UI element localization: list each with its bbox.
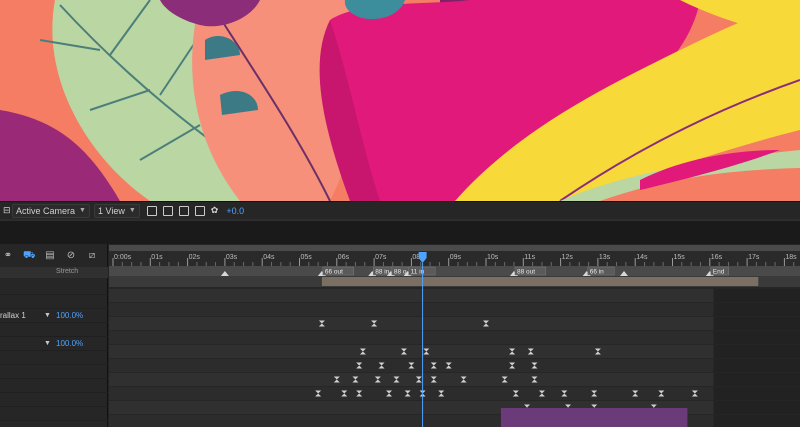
camera-dropdown[interactable]: Active Camera ▼ xyxy=(12,203,90,218)
frame-blending-icon[interactable]: ▤ xyxy=(44,250,56,261)
ruler-label: 10s xyxy=(487,254,499,261)
marker-label: 66 out xyxy=(325,269,343,276)
timeline-tracks[interactable]: 0:00s 01s 02s 03s 04s 05s 06s 07s 08s 09s 10s 11s 12… xyxy=(109,244,800,427)
track-row-outside xyxy=(713,359,800,372)
motion-blur-icon[interactable]: ⊘ xyxy=(65,250,77,261)
track-row[interactable] xyxy=(109,289,800,302)
layer-columns-header: Stretch xyxy=(0,267,108,278)
ruler-label: 18s xyxy=(785,254,797,261)
track-row[interactable] xyxy=(109,373,800,386)
ruler-label: 16s xyxy=(711,254,723,261)
track-row-outside xyxy=(713,289,800,302)
snapshot-icon[interactable] xyxy=(178,205,189,216)
timeline-switches: ⚭ ⛟ ▤ ⊘ ⧄ xyxy=(0,246,108,264)
ruler-label: 01s xyxy=(151,254,163,261)
track-row-outside xyxy=(713,317,800,330)
views-dropdown[interactable]: 1 View ▼ xyxy=(93,203,140,218)
ruler-label: 06s xyxy=(338,254,350,261)
track-row-outside xyxy=(713,387,800,400)
panel-separator xyxy=(0,219,800,244)
marker-label: 88 out xyxy=(517,269,535,276)
ruler-label: 14s xyxy=(636,254,648,261)
layer-row[interactable] xyxy=(0,379,108,393)
color-settings-icon[interactable]: ✿ xyxy=(208,204,222,218)
views-label: 1 View xyxy=(97,205,125,216)
marker-label: 66 in xyxy=(590,269,604,276)
viewer-toolbar: ⊟ Active Camera ▼ 1 View ▼ ✿ +0.0 xyxy=(0,201,800,219)
track-row[interactable] xyxy=(109,415,800,427)
track-row-outside xyxy=(713,331,800,344)
ruler-label: 13s xyxy=(599,254,611,261)
chevron-down-icon[interactable]: ▼ xyxy=(44,312,52,319)
track-row[interactable] xyxy=(109,317,800,330)
layer-row[interactable] xyxy=(0,323,108,337)
stretch-column-header: Stretch xyxy=(56,268,79,275)
chevron-down-icon: ▼ xyxy=(128,207,136,214)
composition-viewer[interactable] xyxy=(0,0,800,201)
camera-label: Active Camera xyxy=(16,205,76,216)
track-row-outside xyxy=(713,373,800,386)
ruler-label: 05s xyxy=(301,254,313,261)
track-row-outside xyxy=(713,303,800,316)
exposure-value[interactable]: +0.0 xyxy=(223,204,247,218)
ruler-label: 17s xyxy=(748,254,760,261)
track-row[interactable] xyxy=(109,359,800,372)
ruler-label: 09s xyxy=(450,254,462,261)
ruler-label: 04s xyxy=(263,254,275,261)
track-row[interactable] xyxy=(109,401,800,414)
ruler-label: 12s xyxy=(562,254,574,261)
transparency-grid-icon[interactable] xyxy=(162,205,173,216)
time-navigator-range[interactable] xyxy=(109,245,800,251)
artwork-illustration xyxy=(0,0,800,201)
ruler-label: 03s xyxy=(226,254,238,261)
show-snapshot-icon[interactable] xyxy=(194,205,205,216)
timeline-panel: ⚭ ⛟ ▤ ⊘ ⧄ Stretch rallax 1 ▼ 100.0% ▼ 10… xyxy=(0,244,800,427)
track-row-outside xyxy=(713,345,800,358)
track-row[interactable] xyxy=(109,387,800,400)
track-row-outside xyxy=(713,415,800,427)
ruler-label: 15s xyxy=(674,254,686,261)
marker-label: 88 in xyxy=(375,269,389,276)
chevron-down-icon[interactable]: ▼ xyxy=(44,340,52,347)
track-row[interactable] xyxy=(109,345,800,358)
layer-row[interactable] xyxy=(0,393,108,407)
track-area[interactable]: 0:00s 01s 02s 03s 04s 05s 06s 07s 08s 09s 10s 11s 12… xyxy=(109,244,800,427)
fast-previews-icon[interactable] xyxy=(146,205,157,216)
ruler-label: 07s xyxy=(375,254,387,261)
marker-track[interactable] xyxy=(109,266,800,276)
track-row[interactable] xyxy=(109,303,800,316)
layer-row[interactable] xyxy=(0,365,108,379)
track-row-outside xyxy=(713,401,800,414)
layer-row[interactable]: ▼ 100.0% xyxy=(0,337,108,351)
graph-editor-icon[interactable]: ⧄ xyxy=(86,250,98,261)
layer-row[interactable] xyxy=(0,295,108,309)
stretch-value[interactable]: 100.0% xyxy=(56,339,83,348)
ruler-label: 0:00s xyxy=(114,254,132,261)
ruler-label: 11s xyxy=(524,254,535,261)
stretch-value[interactable]: 100.0% xyxy=(56,311,83,320)
marker-label: End xyxy=(713,269,725,276)
ruler-label: 02s xyxy=(189,254,201,261)
layer-row[interactable] xyxy=(0,407,108,421)
comp-mini-flowchart-icon[interactable]: ⚭ xyxy=(2,250,14,261)
layer-row[interactable] xyxy=(0,281,108,295)
track-row[interactable] xyxy=(109,331,800,344)
layer-duration-bar[interactable] xyxy=(500,408,688,427)
layer-name: rallax 1 xyxy=(0,311,26,320)
layer-panel: ⚭ ⛟ ▤ ⊘ ⧄ Stretch rallax 1 ▼ 100.0% ▼ 10… xyxy=(0,244,108,427)
layer-row[interactable] xyxy=(0,351,108,365)
layer-row[interactable]: rallax 1 ▼ 100.0% xyxy=(0,309,108,323)
work-area-bar[interactable] xyxy=(321,277,759,286)
chevron-down-icon: ▼ xyxy=(79,207,86,214)
draft-3d-icon[interactable]: ⛟ xyxy=(23,250,36,261)
grid-icon[interactable]: ⊟ xyxy=(0,204,12,218)
